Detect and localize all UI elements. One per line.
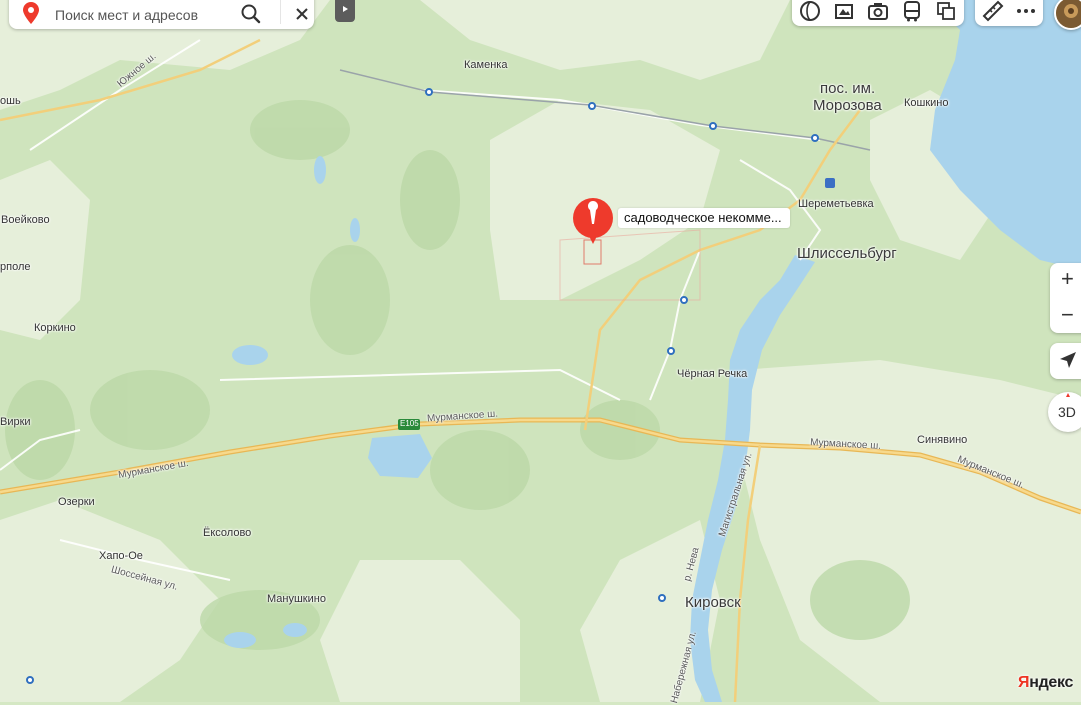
close-icon[interactable] [288, 0, 316, 28]
label-morozova: Морозова [813, 97, 882, 114]
play-icon [343, 6, 348, 12]
e105-label: E105 [400, 419, 419, 428]
3d-view-button[interactable]: 3D [1048, 392, 1081, 432]
bus-stop-icon [825, 178, 835, 188]
layers-toolbar [792, 0, 964, 26]
zoom-in-label: + [1061, 266, 1074, 291]
layers-scheme-icon[interactable] [797, 0, 823, 24]
navigation-arrow-icon [1060, 352, 1076, 368]
search-divider [280, 0, 281, 24]
zoom-out-label: − [1061, 302, 1074, 327]
label-pos-im: пос. им. [820, 80, 876, 97]
label-korkino: Коркино [34, 322, 76, 334]
label-virki: Вирки [0, 416, 31, 428]
marker-callout[interactable]: садоводческое некомме... [618, 208, 790, 228]
avatar-image-icon [1056, 0, 1081, 28]
panorama-icon[interactable] [831, 0, 857, 24]
sidebar-toggle-button[interactable] [335, 0, 355, 22]
label-manushkino: Манушкино [267, 593, 326, 605]
zoom-control: + − [1050, 263, 1081, 333]
search-panel [9, 0, 314, 29]
label-ozerki: Озерки [58, 496, 95, 508]
photo-camera-icon[interactable] [865, 0, 891, 24]
search-input[interactable] [53, 4, 237, 26]
layers-icon[interactable] [933, 0, 959, 24]
bus-transport-icon[interactable] [899, 0, 925, 24]
location-pin-icon [23, 2, 39, 24]
label-sheremetevka: Шереметьевка [798, 198, 874, 210]
tools-toolbar [975, 0, 1043, 26]
3d-label: 3D [1058, 404, 1076, 420]
more-options-icon[interactable] [1013, 0, 1039, 24]
search-icon[interactable] [237, 0, 265, 28]
label-osh: ошь [0, 95, 21, 107]
ruler-icon[interactable] [980, 0, 1006, 24]
zoom-in-button[interactable]: + [1050, 263, 1081, 297]
label-shlisselburg: Шлиссельбург [797, 245, 897, 262]
brand-rest: ндекс [1029, 674, 1074, 691]
label-sinyavino: Синявино [917, 434, 968, 446]
label-rpole: рполе [0, 261, 31, 273]
label-khapo-oe: Хапо-Ое [99, 550, 143, 562]
yandex-logo[interactable]: Яндекс [1018, 674, 1073, 692]
label-koshkino: Кошкино [904, 97, 949, 109]
label-chernaya-rechka: Чёрная Речка [677, 368, 748, 380]
label-kamenka: Каменка [464, 59, 508, 71]
zoom-out-button[interactable]: − [1050, 299, 1081, 333]
brand-first-letter: Я [1018, 674, 1030, 691]
label-eksolovo: Ёксолово [203, 527, 252, 539]
geolocation-button[interactable] [1050, 343, 1081, 379]
label-voeikovo: Воейково [1, 214, 50, 226]
label-kirovsk: Кировск [685, 594, 741, 611]
